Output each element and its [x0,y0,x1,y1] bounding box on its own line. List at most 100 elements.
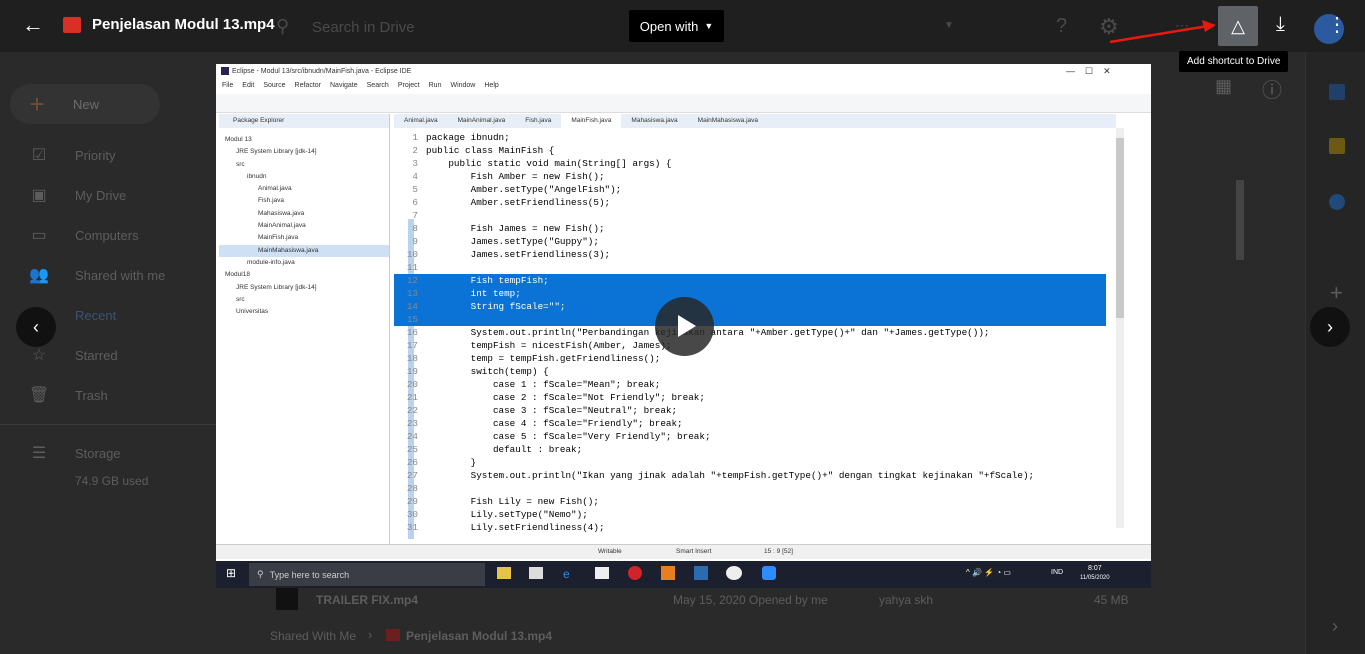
star-icon: ☆ [31,347,47,364]
sublime-icon [661,566,675,580]
editor-tab: MainMahasiswa.java [697,117,759,124]
line-number: 6 [412,197,418,208]
ide-titlebar: Eclipse - Modul 13/src/ibnudn/MainFish.j… [216,64,1151,80]
file-row-name[interactable]: TRAILER FIX.mp4 [316,593,418,607]
check-icon: ☑ [31,147,47,164]
windows-start-icon: ⊞ [226,566,237,580]
line-number: 28 [406,483,418,494]
line-number: 19 [406,366,418,377]
code-line: 25 default : break; [394,443,1106,456]
store-icon [529,567,543,579]
code-text: System.out.println("Ikan yang jinak adal… [426,470,1035,481]
line-number: 10 [406,249,418,260]
nav-starred[interactable]: ☆ Starred [28,344,118,366]
code-text: James.setType("Guppy"); [426,236,599,247]
open-with-label: Open with [639,18,699,34]
code-line: 26 } [394,456,1106,469]
nav-label: Computers [75,227,139,243]
line-number: 13 [406,288,418,299]
tasks-icon[interactable] [1329,194,1345,210]
nav-label: Starred [75,347,118,363]
window-controls: — ☐ ✕ [1066,66,1111,76]
back-arrow-icon[interactable]: ← [22,12,44,38]
code-text: case 2 : fScale="Not Friendly"; break; [426,392,705,403]
download-icon[interactable]: ⤓ [1276,13,1285,36]
breadcrumb-root[interactable]: Shared With Me [270,629,356,643]
nav-label: My Drive [75,187,127,203]
more-vert-icon[interactable]: ⋮ [1327,12,1347,37]
add-shortcut-tooltip: Add shortcut to Drive [1179,51,1289,72]
line-number: 27 [406,470,418,481]
new-label: New [73,96,100,112]
next-file-button[interactable]: › [1310,307,1350,347]
line-number: 3 [412,158,418,169]
video-file-icon [63,17,81,33]
nav-label: Priority [75,147,116,163]
line-number: 2 [412,145,418,156]
scrollbar[interactable] [1236,180,1244,260]
code-line: 18 temp = tempFish.getFriendliness(); [394,352,1106,365]
caret-down-icon: ▼ [704,21,714,31]
storage-used: 74.9 GB used [75,474,149,488]
line-number: 15 [406,314,418,325]
keep-icon[interactable] [1329,138,1345,154]
tree-item: MainFish.java [258,234,299,242]
line-number: 21 [406,392,418,403]
line-number: 5 [412,184,418,195]
video-file-icon [386,629,400,641]
nav-shared[interactable]: 👥 Shared with me [28,264,165,286]
nav-label: Recent [75,307,117,323]
package-explorer: Package Explorer Modul 13 JRE System Libr… [219,114,390,544]
search-icon: ⚲ [276,16,290,36]
editor-scrollbar [1116,128,1124,528]
tray-language: IND [1051,569,1064,576]
code-text: Fish Amber = new Fish(); [426,171,605,182]
ide-menu-item: Window [450,82,476,89]
code-text: temp = tempFish.getFriendliness(); [426,353,661,364]
search-placeholder: Search in Drive [312,19,415,36]
new-button[interactable]: + New [10,84,160,124]
nav-my-drive[interactable]: ▣ My Drive [28,184,126,206]
nav-computers[interactable]: ▭ Computers [28,224,139,246]
breadcrumb-file[interactable]: Penjelasan Modul 13.mp4 [406,629,552,643]
nav-trash[interactable]: 🗑 Trash [28,384,108,406]
ide-menu-item: Run [428,82,442,89]
code-line: 22 case 3 : fScale="Neutral"; break; [394,404,1106,417]
video-thumbnail-icon [276,588,298,610]
tray-clock: 8:07 [1088,565,1102,572]
grid-view-icon[interactable]: ▦ [1215,76,1232,97]
tree-item: src [236,160,245,168]
taskbar-search-text: Type here to search [269,569,350,580]
calendar-icon[interactable] [1329,84,1345,100]
play-button[interactable] [655,297,714,356]
line-number: 7 [412,210,418,221]
file-row-size: 45 MB [1094,593,1129,607]
open-with-button[interactable]: Open with ▼ [629,10,724,42]
add-shortcut-button[interactable]: △ [1218,6,1258,46]
code-line: 14 String fScale=""; [394,300,1106,313]
ide-menu-item: Project [397,82,420,89]
line-number: 20 [406,379,418,390]
storage-section[interactable]: ☰ Storage [28,442,121,464]
code-text: case 3 : fScale="Neutral"; break; [426,405,678,416]
line-number: 31 [406,522,418,533]
add-addon-icon[interactable]: + [1330,280,1343,306]
code-line: 17 tempFish = nicestFish(Amber, James); [394,339,1106,352]
code-text: Amber.setFriendliness(5); [426,197,611,208]
editor-tabs: Animal.java MainAnimal.java Fish.java MainF… [394,114,1116,128]
previous-file-button[interactable]: ‹ [16,307,56,347]
code-text: String fScale=""; [426,301,566,312]
code-line: 12 Fish tempFish; [394,274,1106,287]
code-area: 1 package ibnudn; 2 public class MainFish {… [394,131,1106,534]
tree-item: src [236,295,245,303]
line-number: 8 [412,223,418,234]
code-line: 24 case 5 : fScale="Very Friendly"; brea… [394,430,1106,443]
taskbar-search-icon: ⚲ [257,569,264,579]
tree-item: JRE System Library [jdk-14] [236,283,317,291]
info-icon[interactable]: ⓘ [1262,74,1282,103]
chevron-right-icon[interactable]: › [1332,616,1338,637]
ide-menu-item: Navigate [330,82,358,89]
nav-priority[interactable]: ☑ Priority [28,144,116,166]
code-text: int temp; [426,288,521,299]
code-text: public class MainFish { [426,145,555,156]
